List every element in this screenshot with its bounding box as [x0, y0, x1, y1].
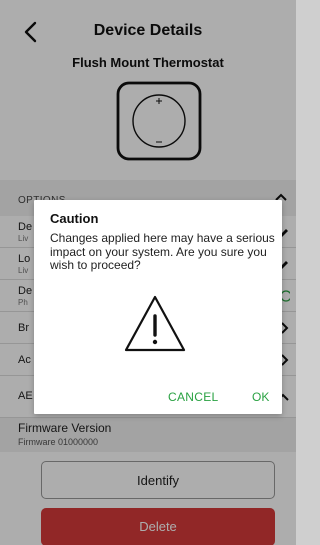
ok-button[interactable]: OK [252, 390, 269, 404]
cancel-button[interactable]: CANCEL [168, 390, 218, 404]
dialog-message: Changes applied here may have a serious … [50, 231, 275, 272]
caution-dialog: Caution Changes applied here may have a … [34, 200, 282, 414]
warning-triangle-icon [124, 295, 186, 352]
dialog-title: Caution [50, 211, 99, 226]
